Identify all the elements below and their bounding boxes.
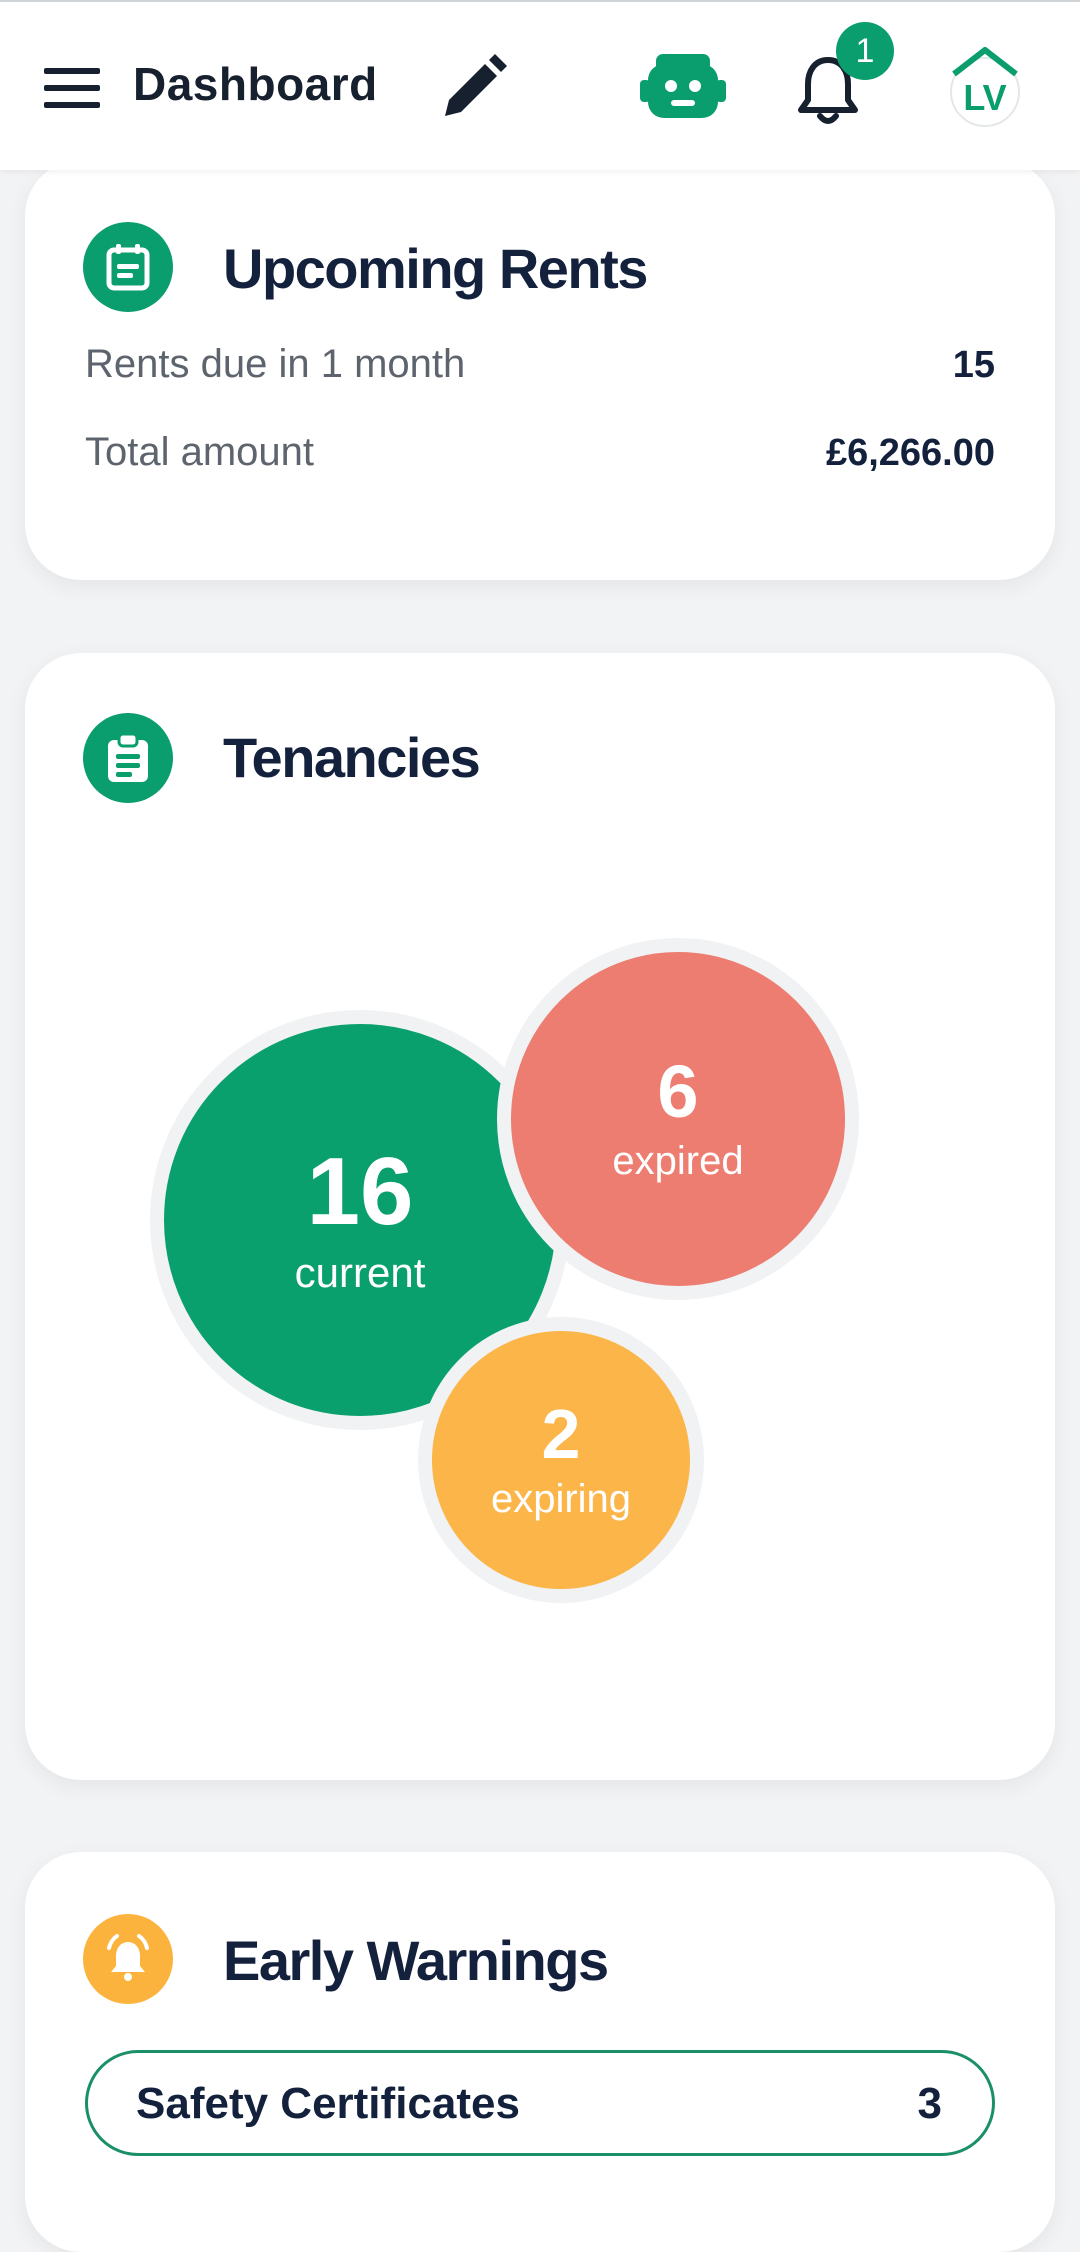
safety-certificates-item[interactable]: Safety Certificates 3 bbox=[85, 2050, 995, 2156]
current-label: current bbox=[294, 1248, 426, 1296]
early-warnings-title: Early Warnings bbox=[223, 1929, 609, 1992]
upcoming-rents-title: Upcoming Rents bbox=[223, 237, 648, 300]
safety-certificates-count: 3 bbox=[917, 2079, 942, 2128]
alarm-bell-icon bbox=[83, 1914, 173, 2004]
page-title: Dashboard bbox=[133, 58, 378, 110]
rents-due-value: 15 bbox=[952, 344, 995, 386]
expiring-count: 2 bbox=[541, 1395, 581, 1473]
avatar-text: LV bbox=[963, 77, 1006, 118]
expired-tenancies-bubble[interactable]: 6 expired bbox=[497, 938, 859, 1300]
upcoming-rents-card[interactable]: Upcoming Rents Rents due in 1 month 15 T… bbox=[25, 160, 1055, 580]
expired-label: expired bbox=[612, 1139, 744, 1183]
safety-certificates-label: Safety Certificates bbox=[136, 2079, 520, 2128]
early-warnings-card: Early Warnings Safety Certificates 3 bbox=[25, 1852, 1055, 2252]
clipboard-icon bbox=[83, 713, 173, 803]
top-app-bar: Dashboard 1 LV bbox=[0, 0, 1080, 170]
avatar-logo[interactable]: LV bbox=[948, 46, 1022, 130]
menu-icon[interactable] bbox=[44, 68, 100, 108]
expiring-label: expiring bbox=[490, 1477, 632, 1521]
expired-count: 6 bbox=[657, 1050, 699, 1133]
calendar-icon bbox=[83, 222, 173, 312]
robot-icon[interactable] bbox=[640, 46, 726, 128]
current-count: 16 bbox=[306, 1137, 414, 1245]
tenancies-title: Tenancies bbox=[223, 726, 481, 789]
tenancies-card: Tenancies 16 current 6 expired 2 expirin… bbox=[25, 653, 1055, 1780]
total-amount-value: £6,266.00 bbox=[825, 432, 995, 474]
rents-due-label: Rents due in 1 month bbox=[85, 342, 466, 386]
expiring-tenancies-bubble[interactable]: 2 expiring bbox=[418, 1317, 704, 1603]
notification-badge: 1 bbox=[836, 22, 894, 80]
pencil-icon[interactable] bbox=[435, 50, 511, 126]
total-amount-label: Total amount bbox=[85, 430, 315, 474]
